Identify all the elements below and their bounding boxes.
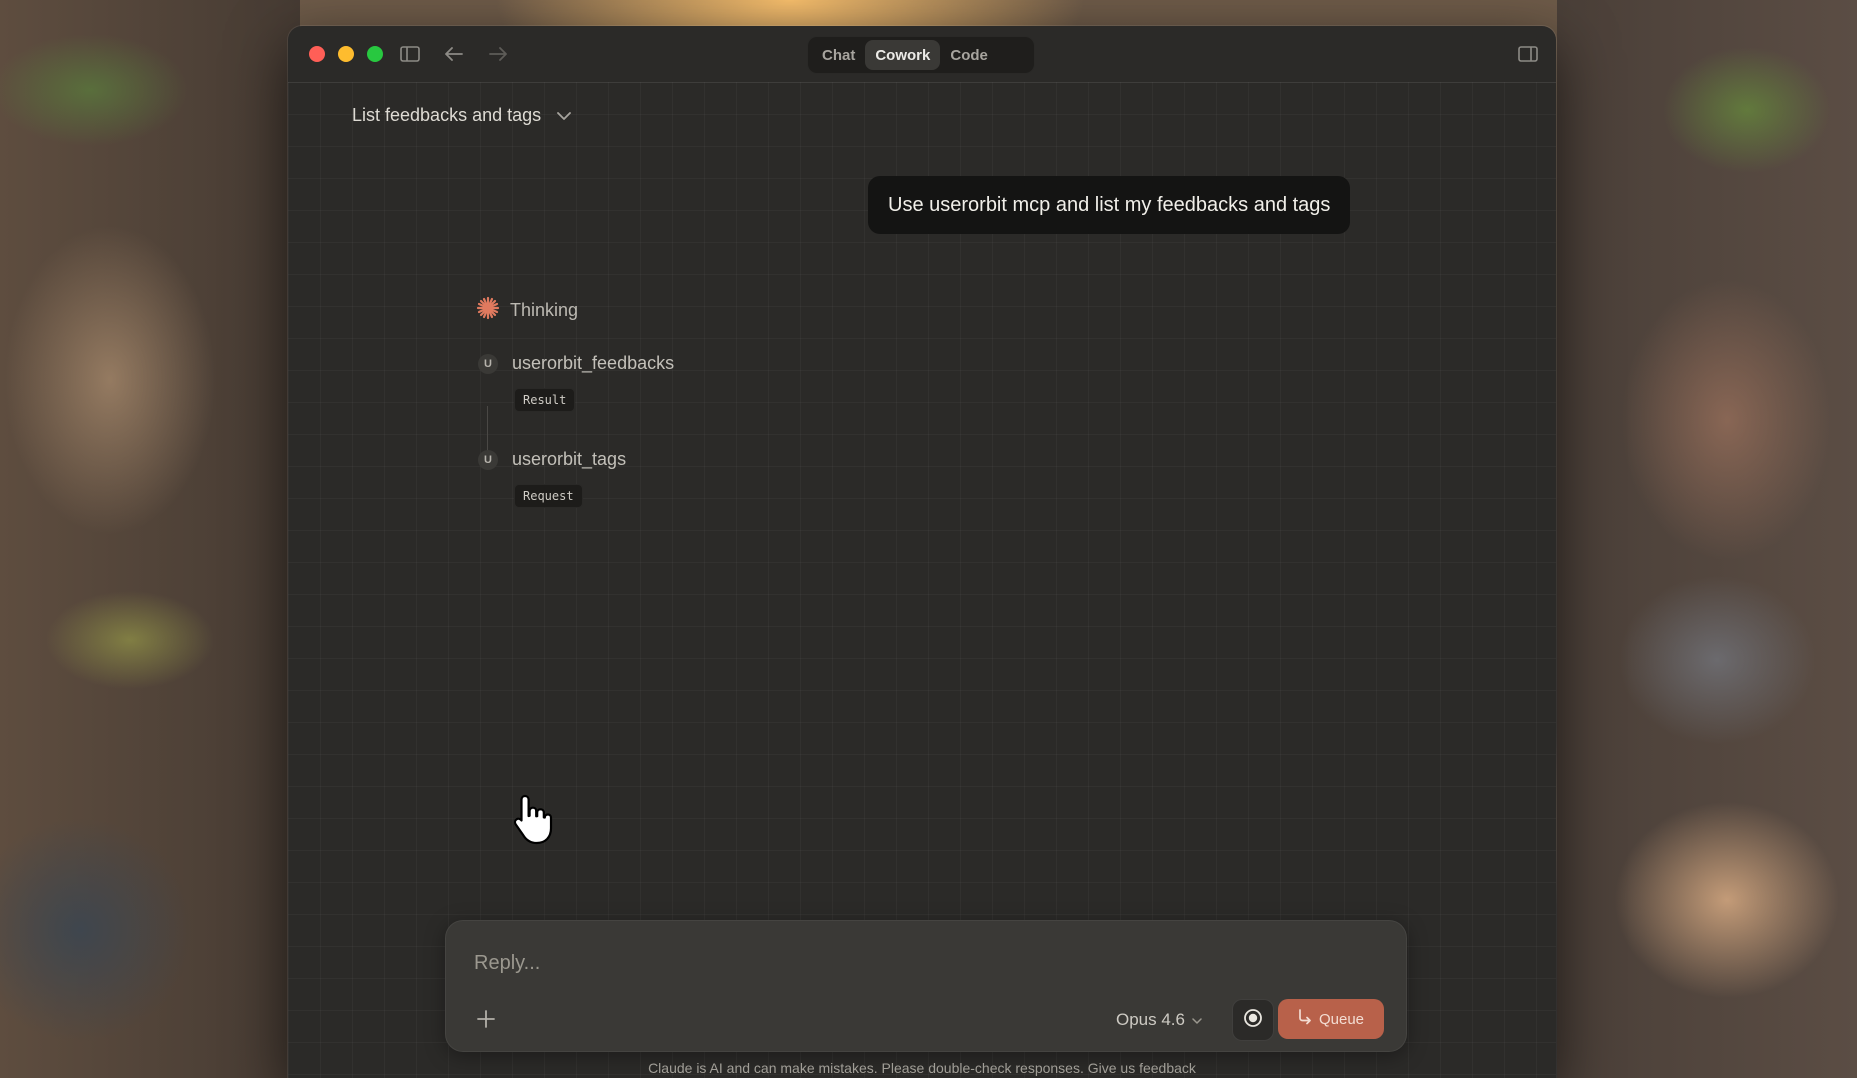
tab-chat[interactable]: Chat bbox=[812, 40, 865, 70]
tool-badge: U bbox=[478, 353, 498, 374]
title-bar: Chat Cowork Code bbox=[288, 26, 1556, 83]
thread-title-dropdown[interactable]: List feedbacks and tags bbox=[352, 100, 572, 130]
queue-arrow-icon bbox=[1298, 1009, 1312, 1029]
chevron-down-icon bbox=[1192, 1010, 1202, 1030]
model-selector[interactable]: Opus 4.6 bbox=[1116, 1007, 1202, 1033]
tool-call-tags[interactable]: U userorbit_tags bbox=[478, 449, 626, 470]
tab-cowork[interactable]: Cowork bbox=[865, 40, 941, 70]
close-window-button[interactable] bbox=[309, 46, 325, 62]
tool-status-chip[interactable]: Result bbox=[514, 388, 576, 412]
record-icon bbox=[1243, 1008, 1263, 1033]
thinking-indicator[interactable]: Thinking bbox=[476, 296, 578, 325]
app-window: Chat Cowork Code List feedbacks and tags… bbox=[288, 26, 1556, 1078]
wallpaper-right bbox=[1557, 0, 1857, 1078]
sidebar-toggle-icon[interactable] bbox=[398, 42, 422, 66]
queue-button[interactable]: Queue bbox=[1278, 999, 1384, 1039]
tool-name: userorbit_feedbacks bbox=[512, 353, 675, 373]
tab-code[interactable]: Code bbox=[940, 40, 998, 70]
minimize-window-button[interactable] bbox=[338, 46, 354, 62]
ai-disclaimer: Claude is AI and can make mistakes. Plea… bbox=[648, 1060, 1196, 1076]
reply-input[interactable] bbox=[472, 945, 1176, 981]
tool-badge: U bbox=[478, 449, 498, 470]
back-arrow-icon[interactable] bbox=[442, 42, 466, 66]
plus-icon[interactable] bbox=[472, 1005, 500, 1033]
model-name: Opus 4.6 bbox=[1116, 1010, 1185, 1029]
tool-name: userorbit_tags bbox=[512, 449, 627, 469]
queue-label: Queue bbox=[1318, 1010, 1365, 1028]
right-panel-toggle-icon[interactable] bbox=[1516, 42, 1540, 66]
user-message-bubble: Use userorbit mcp and list my feedbacks … bbox=[868, 176, 1351, 234]
thinking-label: Thinking bbox=[510, 300, 579, 320]
chevron-down-icon bbox=[557, 105, 572, 126]
forward-arrow-icon[interactable] bbox=[486, 42, 510, 66]
maximize-window-button[interactable] bbox=[367, 46, 383, 62]
tool-status-chip[interactable]: Request bbox=[514, 484, 583, 508]
hand-cursor-icon bbox=[513, 792, 555, 851]
reply-composer: Opus 4.6 Queue bbox=[445, 920, 1407, 1052]
thread-title: List feedbacks and tags bbox=[352, 104, 542, 125]
spark-icon bbox=[476, 296, 500, 325]
user-message-text: Use userorbit mcp and list my feedbacks … bbox=[888, 193, 1331, 216]
mode-switcher: Chat Cowork Code bbox=[807, 36, 1035, 74]
record-button[interactable] bbox=[1232, 999, 1274, 1041]
wallpaper-left bbox=[0, 0, 300, 1078]
tool-call-feedbacks[interactable]: U userorbit_feedbacks bbox=[478, 353, 674, 374]
